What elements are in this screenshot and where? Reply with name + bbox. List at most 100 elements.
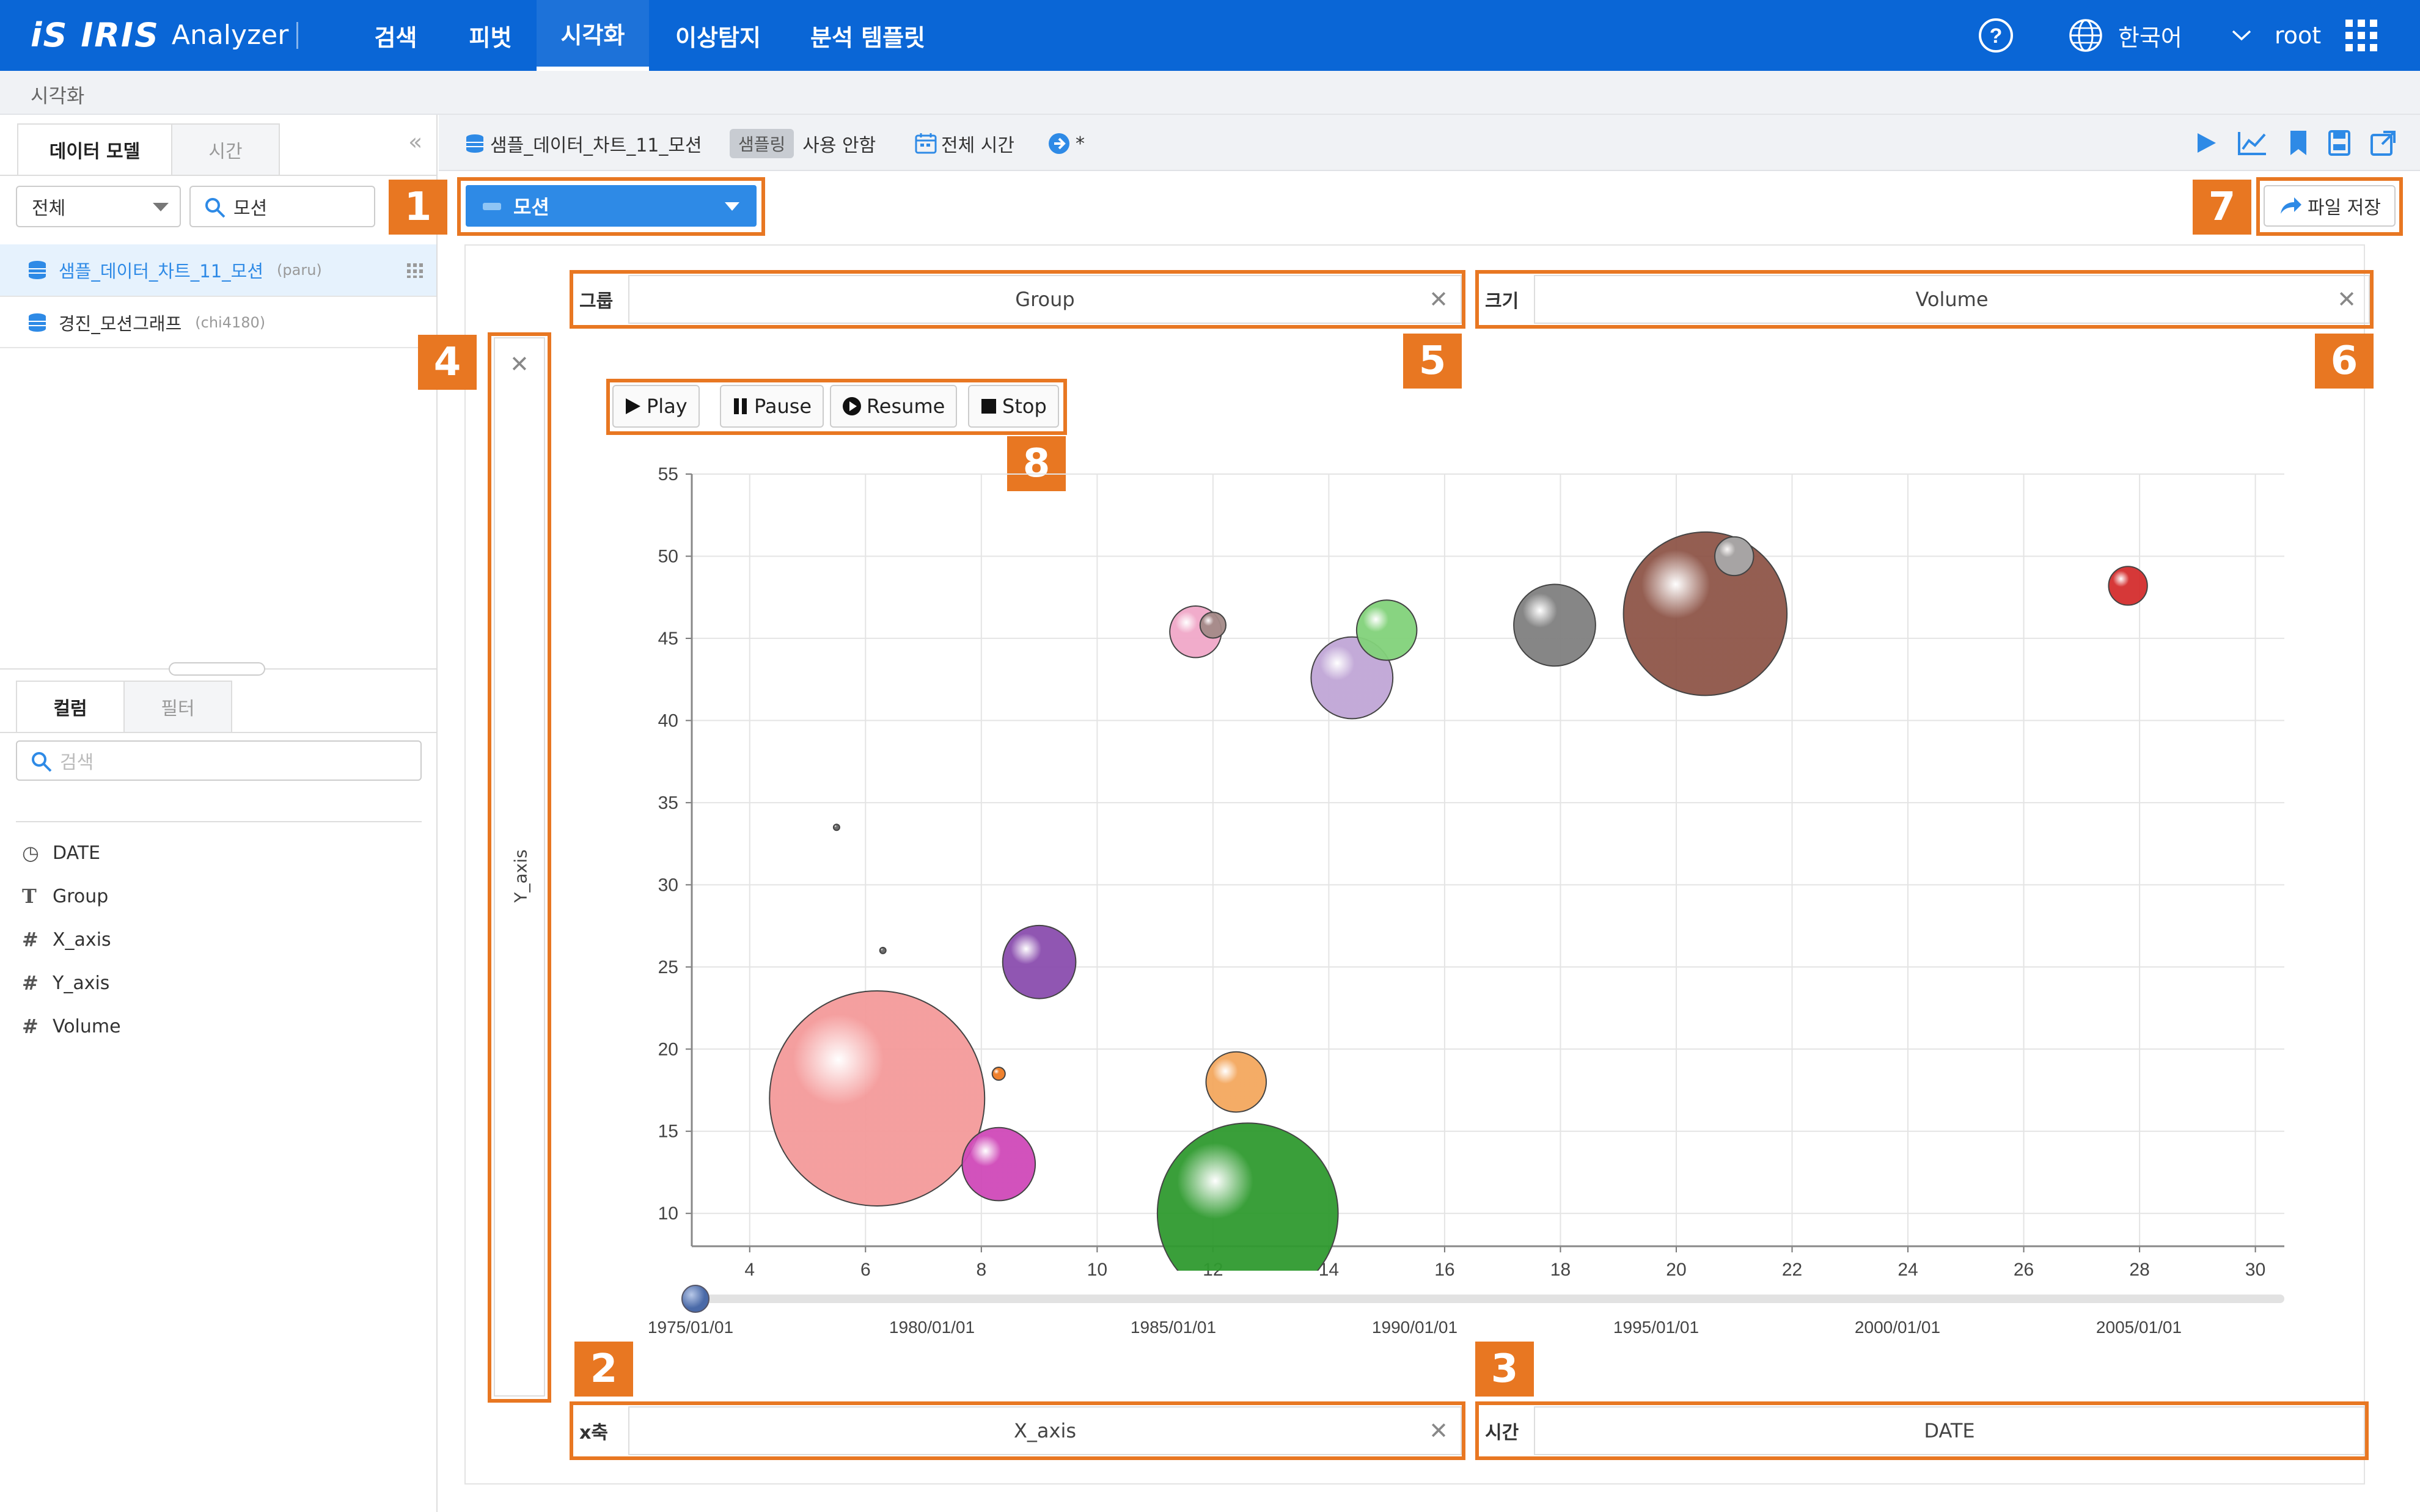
apps-grid-icon[interactable] — [2344, 0, 2378, 71]
sampling-setting[interactable]: 샘플링 사용 안함 — [730, 129, 876, 158]
column-name: Y_axis — [53, 972, 110, 994]
callout-highlight — [570, 270, 1465, 329]
sampling-value: 사용 안함 — [802, 135, 876, 156]
dataset-selector[interactable]: 샘플_데이터_차트_11_모션 — [464, 130, 702, 158]
database-icon — [29, 313, 46, 332]
visualization-toolbar: 샘플_데이터_차트_11_모션 샘플링 사용 안함 전체 시간 * — [439, 115, 2420, 171]
column-name: DATE — [53, 842, 101, 864]
dataset-name: 샘플_데이터_차트_11_모션 — [59, 261, 264, 282]
iris-logo[interactable]: iS IRIS Analyzer — [31, 13, 288, 56]
top-navigation-bar: iS IRIS Analyzer 검색 피벗 시각화 이상탐지 분석 템플릿 ?… — [0, 0, 2420, 71]
tab-time[interactable]: 시간 — [171, 123, 280, 176]
callout-badge: 5 — [1403, 334, 1462, 389]
number-icon: # — [22, 928, 38, 951]
search-icon — [205, 198, 226, 218]
callout-badge: 7 — [2193, 180, 2251, 235]
column-search-placeholder: 검색 — [60, 752, 94, 773]
number-icon: # — [22, 1015, 38, 1038]
modified-marker: * — [1076, 133, 1085, 155]
callout-highlight — [457, 177, 765, 236]
breadcrumb: 시각화 — [31, 84, 85, 108]
resize-handle[interactable] — [169, 662, 265, 676]
dataset-item[interactable]: 경진_모션그래프 (chi4180) — [0, 297, 436, 348]
caret-down-icon — [153, 203, 169, 211]
column-name: X_axis — [53, 929, 111, 951]
callout-badge: 3 — [1475, 1342, 1534, 1397]
filter-select[interactable]: 전체 — [16, 186, 181, 227]
tab-data-model[interactable]: 데이터 모델 — [17, 123, 172, 176]
svg-text:?: ? — [1990, 24, 2003, 48]
nav-item-anomaly[interactable]: 이상탐지 — [663, 0, 773, 71]
clock-icon: ◷ — [22, 841, 39, 864]
callout-highlight — [488, 332, 551, 1403]
calendar-icon — [915, 133, 937, 154]
language-selector[interactable]: 한국어 — [2068, 0, 2252, 71]
column-search-input[interactable]: 검색 — [16, 740, 422, 781]
dataset-owner: (paru) — [277, 261, 322, 279]
column-name: Group — [53, 885, 109, 907]
grip-icon[interactable] — [406, 261, 424, 279]
collapse-sidebar-icon[interactable]: « — [408, 128, 422, 155]
chevron-down-icon — [2232, 30, 2251, 41]
dataset-item[interactable]: 샘플_데이터_차트_11_모션 (paru) — [0, 244, 436, 296]
callout-highlight — [2256, 177, 2403, 236]
dataset-name: 샘플_데이터_차트_11_모션 — [490, 135, 702, 156]
column-item-y-axis[interactable]: # Y_axis — [22, 965, 109, 1001]
sidebar-tabs: 데이터 모델 시간 — [17, 123, 280, 176]
nav-item-pivot[interactable]: 피벗 — [455, 0, 526, 71]
line-chart-icon[interactable] — [2238, 131, 2267, 155]
sampling-chip: 샘플링 — [730, 129, 794, 158]
divider — [0, 732, 436, 733]
column-item-group[interactable]: T Group — [22, 878, 108, 915]
nav-item-visualization[interactable]: 시각화 — [537, 0, 649, 71]
user-menu[interactable]: root — [2275, 0, 2321, 71]
time-range-value: 전체 시간 — [941, 135, 1014, 156]
number-icon: # — [22, 971, 38, 995]
callout-badge: 1 — [389, 180, 447, 235]
callout-highlight — [570, 1401, 1465, 1460]
callout-badge: 6 — [2315, 334, 2374, 389]
callout-badge: 2 — [574, 1342, 633, 1397]
divider — [0, 347, 436, 348]
filter-select-value: 전체 — [32, 198, 66, 219]
language-label: 한국어 — [2118, 24, 2182, 51]
save-report-icon[interactable] — [2327, 130, 2352, 156]
arrow-right-circle-icon — [1049, 133, 1069, 154]
help-icon[interactable]: ? — [1978, 0, 2014, 71]
tab-columns[interactable]: 컬럼 — [16, 681, 125, 733]
time-range-selector[interactable]: 전체 시간 — [914, 130, 1014, 158]
divider — [16, 821, 422, 822]
column-item-date[interactable]: ◷ DATE — [22, 835, 100, 871]
app-name: Analyzer — [171, 19, 289, 51]
database-icon — [466, 134, 483, 153]
column-item-x-axis[interactable]: # X_axis — [22, 921, 111, 958]
column-item-volume[interactable]: # Volume — [22, 1008, 121, 1045]
globe-icon — [2069, 19, 2102, 52]
logo-mark: iS IRIS — [31, 15, 160, 54]
callout-badge: 8 — [1007, 436, 1066, 491]
dataset-search-value: 모션 — [233, 198, 268, 219]
play-icon[interactable] — [2194, 131, 2218, 155]
breadcrumb-bar: 시각화 — [0, 71, 2420, 115]
column-tabs: 컬럼 필터 — [16, 681, 232, 733]
divider — [296, 22, 298, 49]
dataset-name: 경진_모션그래프 — [59, 313, 182, 334]
run-query-button[interactable]: * — [1047, 130, 1085, 158]
column-name: Volume — [53, 1015, 121, 1037]
tab-filters[interactable]: 필터 — [123, 681, 232, 733]
external-link-icon[interactable] — [2370, 130, 2397, 156]
callout-highlight — [1475, 1401, 2369, 1460]
dataset-search-input[interactable]: 모션 — [189, 186, 375, 227]
callout-badge: 4 — [418, 335, 477, 390]
callout-highlight — [606, 379, 1067, 435]
nav-item-templates[interactable]: 분석 템플릿 — [798, 0, 938, 71]
divider — [0, 175, 436, 176]
text-icon: T — [22, 885, 37, 908]
user-name: root — [2275, 22, 2322, 49]
nav-item-search[interactable]: 검색 — [361, 0, 431, 71]
search-icon — [32, 752, 52, 772]
database-icon — [29, 261, 46, 279]
callout-highlight — [1475, 270, 2374, 329]
bookmark-icon[interactable] — [2288, 130, 2309, 156]
sidebar: 데이터 모델 시간 « 전체 모션 샘플_데이터_차트_11_모션 (paru)… — [0, 115, 438, 1512]
